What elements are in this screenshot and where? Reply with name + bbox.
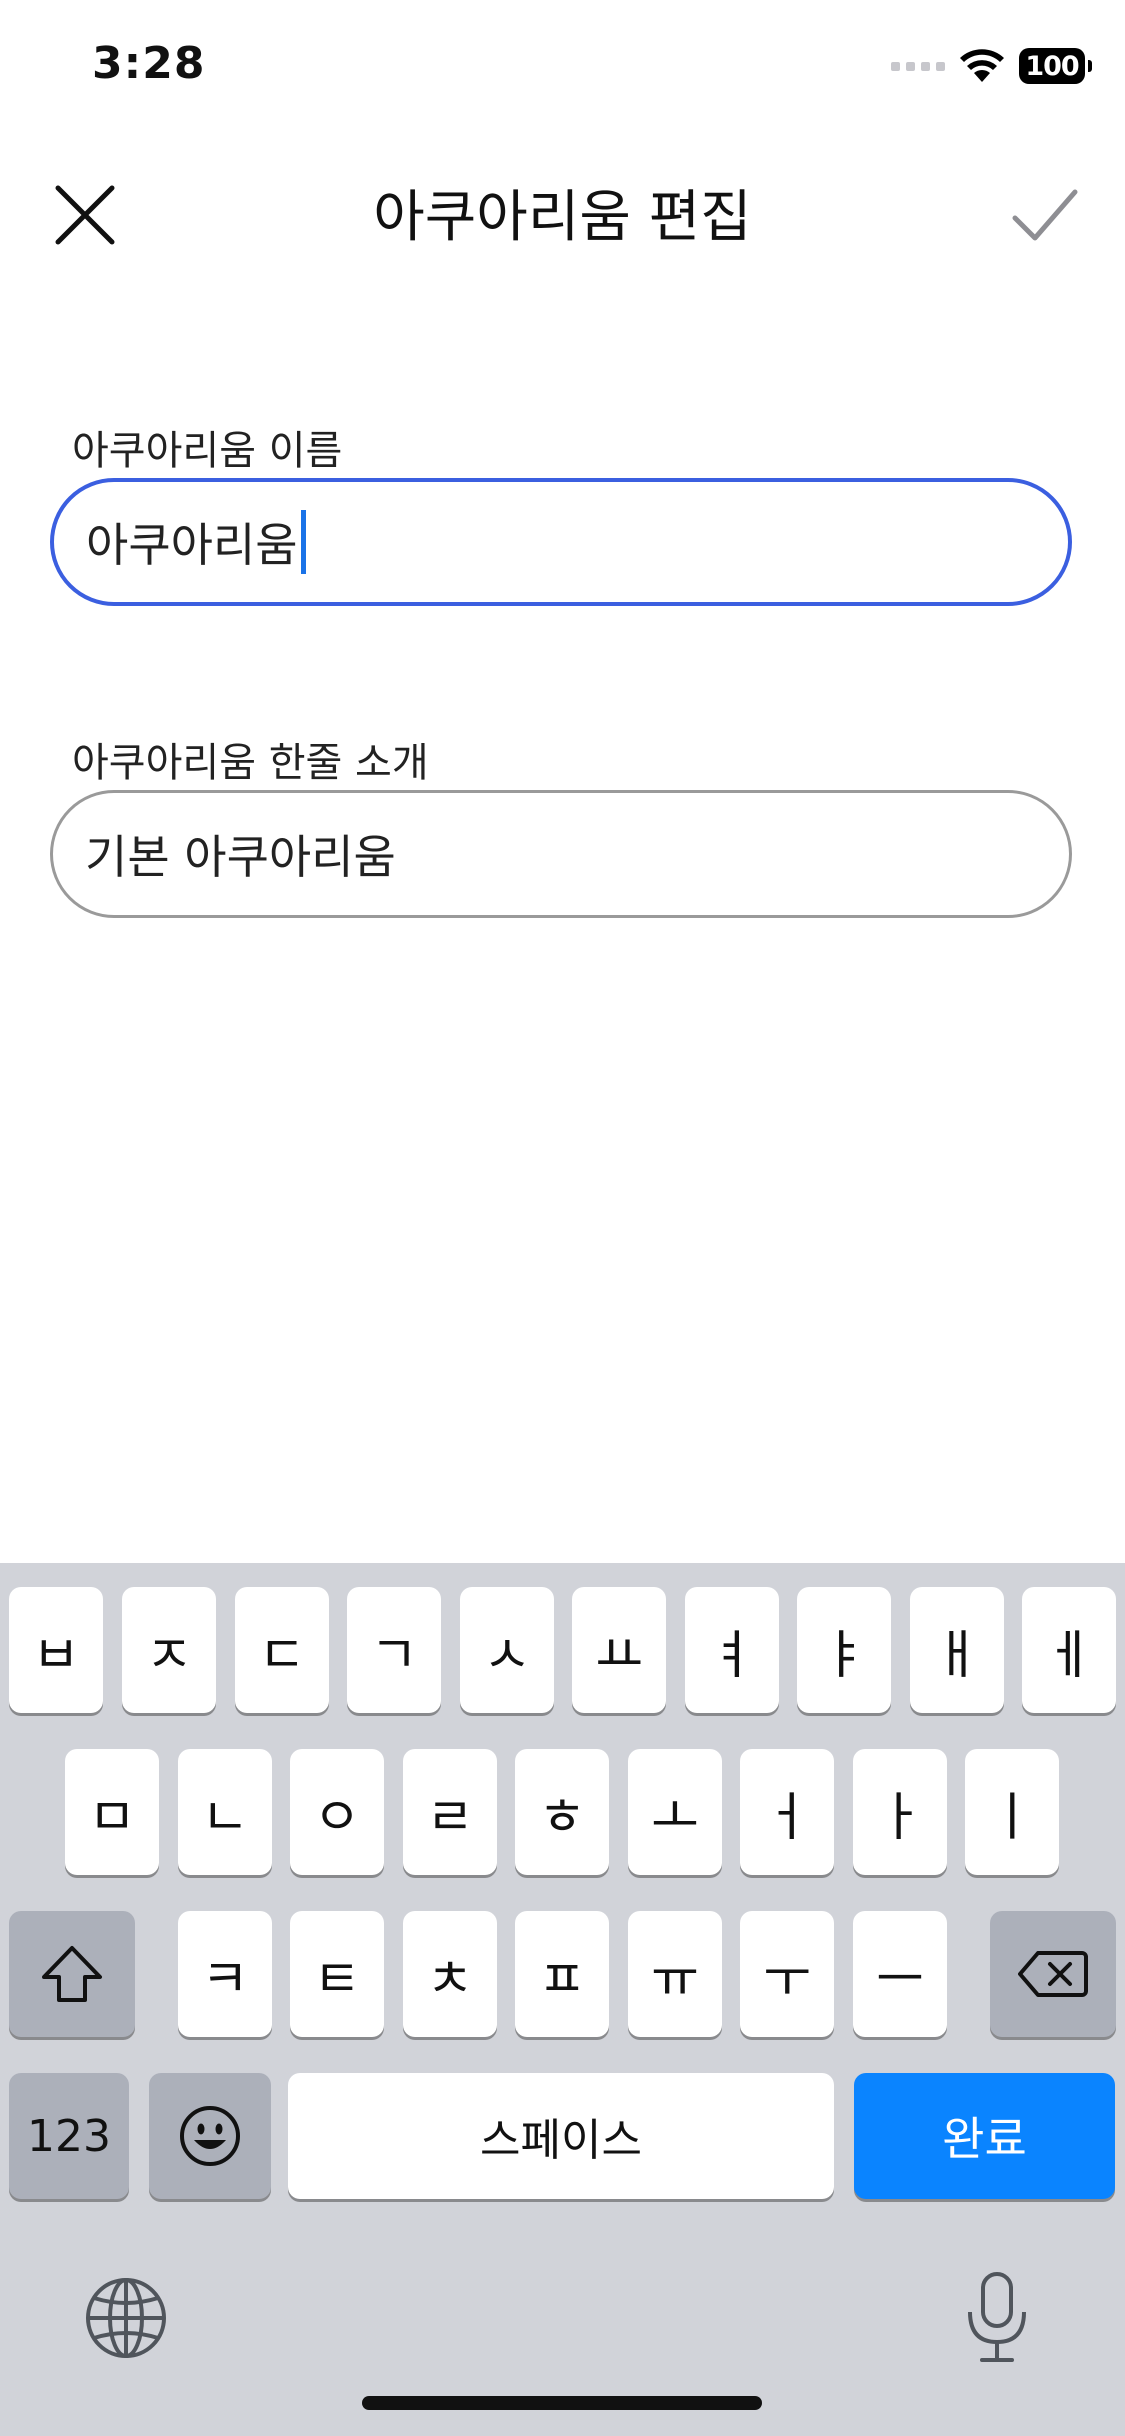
status-time: 3:28: [92, 38, 206, 89]
keyboard: ㅂ ㅈ ㄷ ㄱ ㅅ ㅛ ㅕ ㅑ ㅐ ㅔ ㅁ ㄴ ㅇ ㄹ ㅎ ㅗ ㅓ ㅏ ㅣ ㅋ …: [0, 1563, 1125, 2436]
keyboard-row-1: ㅂ ㅈ ㄷ ㄱ ㅅ ㅛ ㅕ ㅑ ㅐ ㅔ: [0, 1587, 1125, 1713]
key[interactable]: ㅌ: [290, 1911, 384, 2037]
intro-label: 아쿠아리움 한줄 소개: [72, 740, 429, 786]
key[interactable]: ㅍ: [515, 1911, 609, 2037]
name-input-value: 아쿠아리움: [86, 518, 298, 572]
shift-key[interactable]: [9, 1911, 135, 2037]
intro-input-value: 기본 아쿠아리움: [85, 830, 396, 884]
key[interactable]: ㅁ: [65, 1749, 159, 1875]
key[interactable]: ㅐ: [910, 1587, 1004, 1713]
keyboard-row-4: 123 스페이스 완료: [0, 2073, 1125, 2199]
key[interactable]: ㅠ: [628, 1911, 722, 2037]
backspace-icon: [1018, 1951, 1088, 1997]
key[interactable]: ㅕ: [685, 1587, 779, 1713]
key[interactable]: ㅏ: [853, 1749, 947, 1875]
key[interactable]: ㅋ: [178, 1911, 272, 2037]
text-cursor: [300, 510, 306, 574]
key[interactable]: ㄹ: [403, 1749, 497, 1875]
status-icons: 100: [891, 48, 1092, 84]
key[interactable]: ㅓ: [740, 1749, 834, 1875]
key[interactable]: ㄴ: [178, 1749, 272, 1875]
wifi-icon: [960, 49, 1004, 82]
done-key[interactable]: 완료: [854, 2073, 1115, 2199]
page-title: 아쿠아리움 편집: [373, 185, 752, 250]
key[interactable]: ㅅ: [460, 1587, 554, 1713]
shift-icon: [42, 1946, 102, 2002]
key[interactable]: ㅑ: [797, 1587, 891, 1713]
key[interactable]: ㅛ: [572, 1587, 666, 1713]
cellular-signal-icon: [891, 61, 945, 71]
globe-icon[interactable]: [84, 2276, 168, 2360]
home-indicator[interactable]: [362, 2396, 762, 2410]
intro-input[interactable]: 기본 아쿠아리움: [50, 790, 1072, 918]
emoji-icon: [180, 2106, 240, 2166]
key[interactable]: ㅈ: [122, 1587, 216, 1713]
checkmark-icon[interactable]: [1005, 180, 1085, 250]
name-input[interactable]: 아쿠아리움: [50, 478, 1072, 606]
keyboard-row-2: ㅁ ㄴ ㅇ ㄹ ㅎ ㅗ ㅓ ㅏ ㅣ: [0, 1749, 1125, 1875]
microphone-icon[interactable]: [962, 2270, 1032, 2366]
key[interactable]: ㅊ: [403, 1911, 497, 2037]
key[interactable]: ㅂ: [9, 1587, 103, 1713]
key[interactable]: ㅇ: [290, 1749, 384, 1875]
key[interactable]: ㅗ: [628, 1749, 722, 1875]
emoji-key[interactable]: [149, 2073, 271, 2199]
key[interactable]: ㅜ: [740, 1911, 834, 2037]
numbers-key[interactable]: 123: [9, 2073, 129, 2199]
keyboard-row-3: ㅋ ㅌ ㅊ ㅍ ㅠ ㅜ ㅡ: [0, 1911, 1125, 2037]
key[interactable]: ㅔ: [1022, 1587, 1116, 1713]
space-key[interactable]: 스페이스: [288, 2073, 834, 2199]
key[interactable]: ㄷ: [235, 1587, 329, 1713]
key[interactable]: ㅎ: [515, 1749, 609, 1875]
name-label: 아쿠아리움 이름: [72, 428, 343, 474]
battery-icon: 100: [1019, 48, 1092, 84]
key[interactable]: ㅣ: [965, 1749, 1059, 1875]
key[interactable]: ㅡ: [853, 1911, 947, 2037]
key[interactable]: ㄱ: [347, 1587, 441, 1713]
backspace-key[interactable]: [990, 1911, 1116, 2037]
